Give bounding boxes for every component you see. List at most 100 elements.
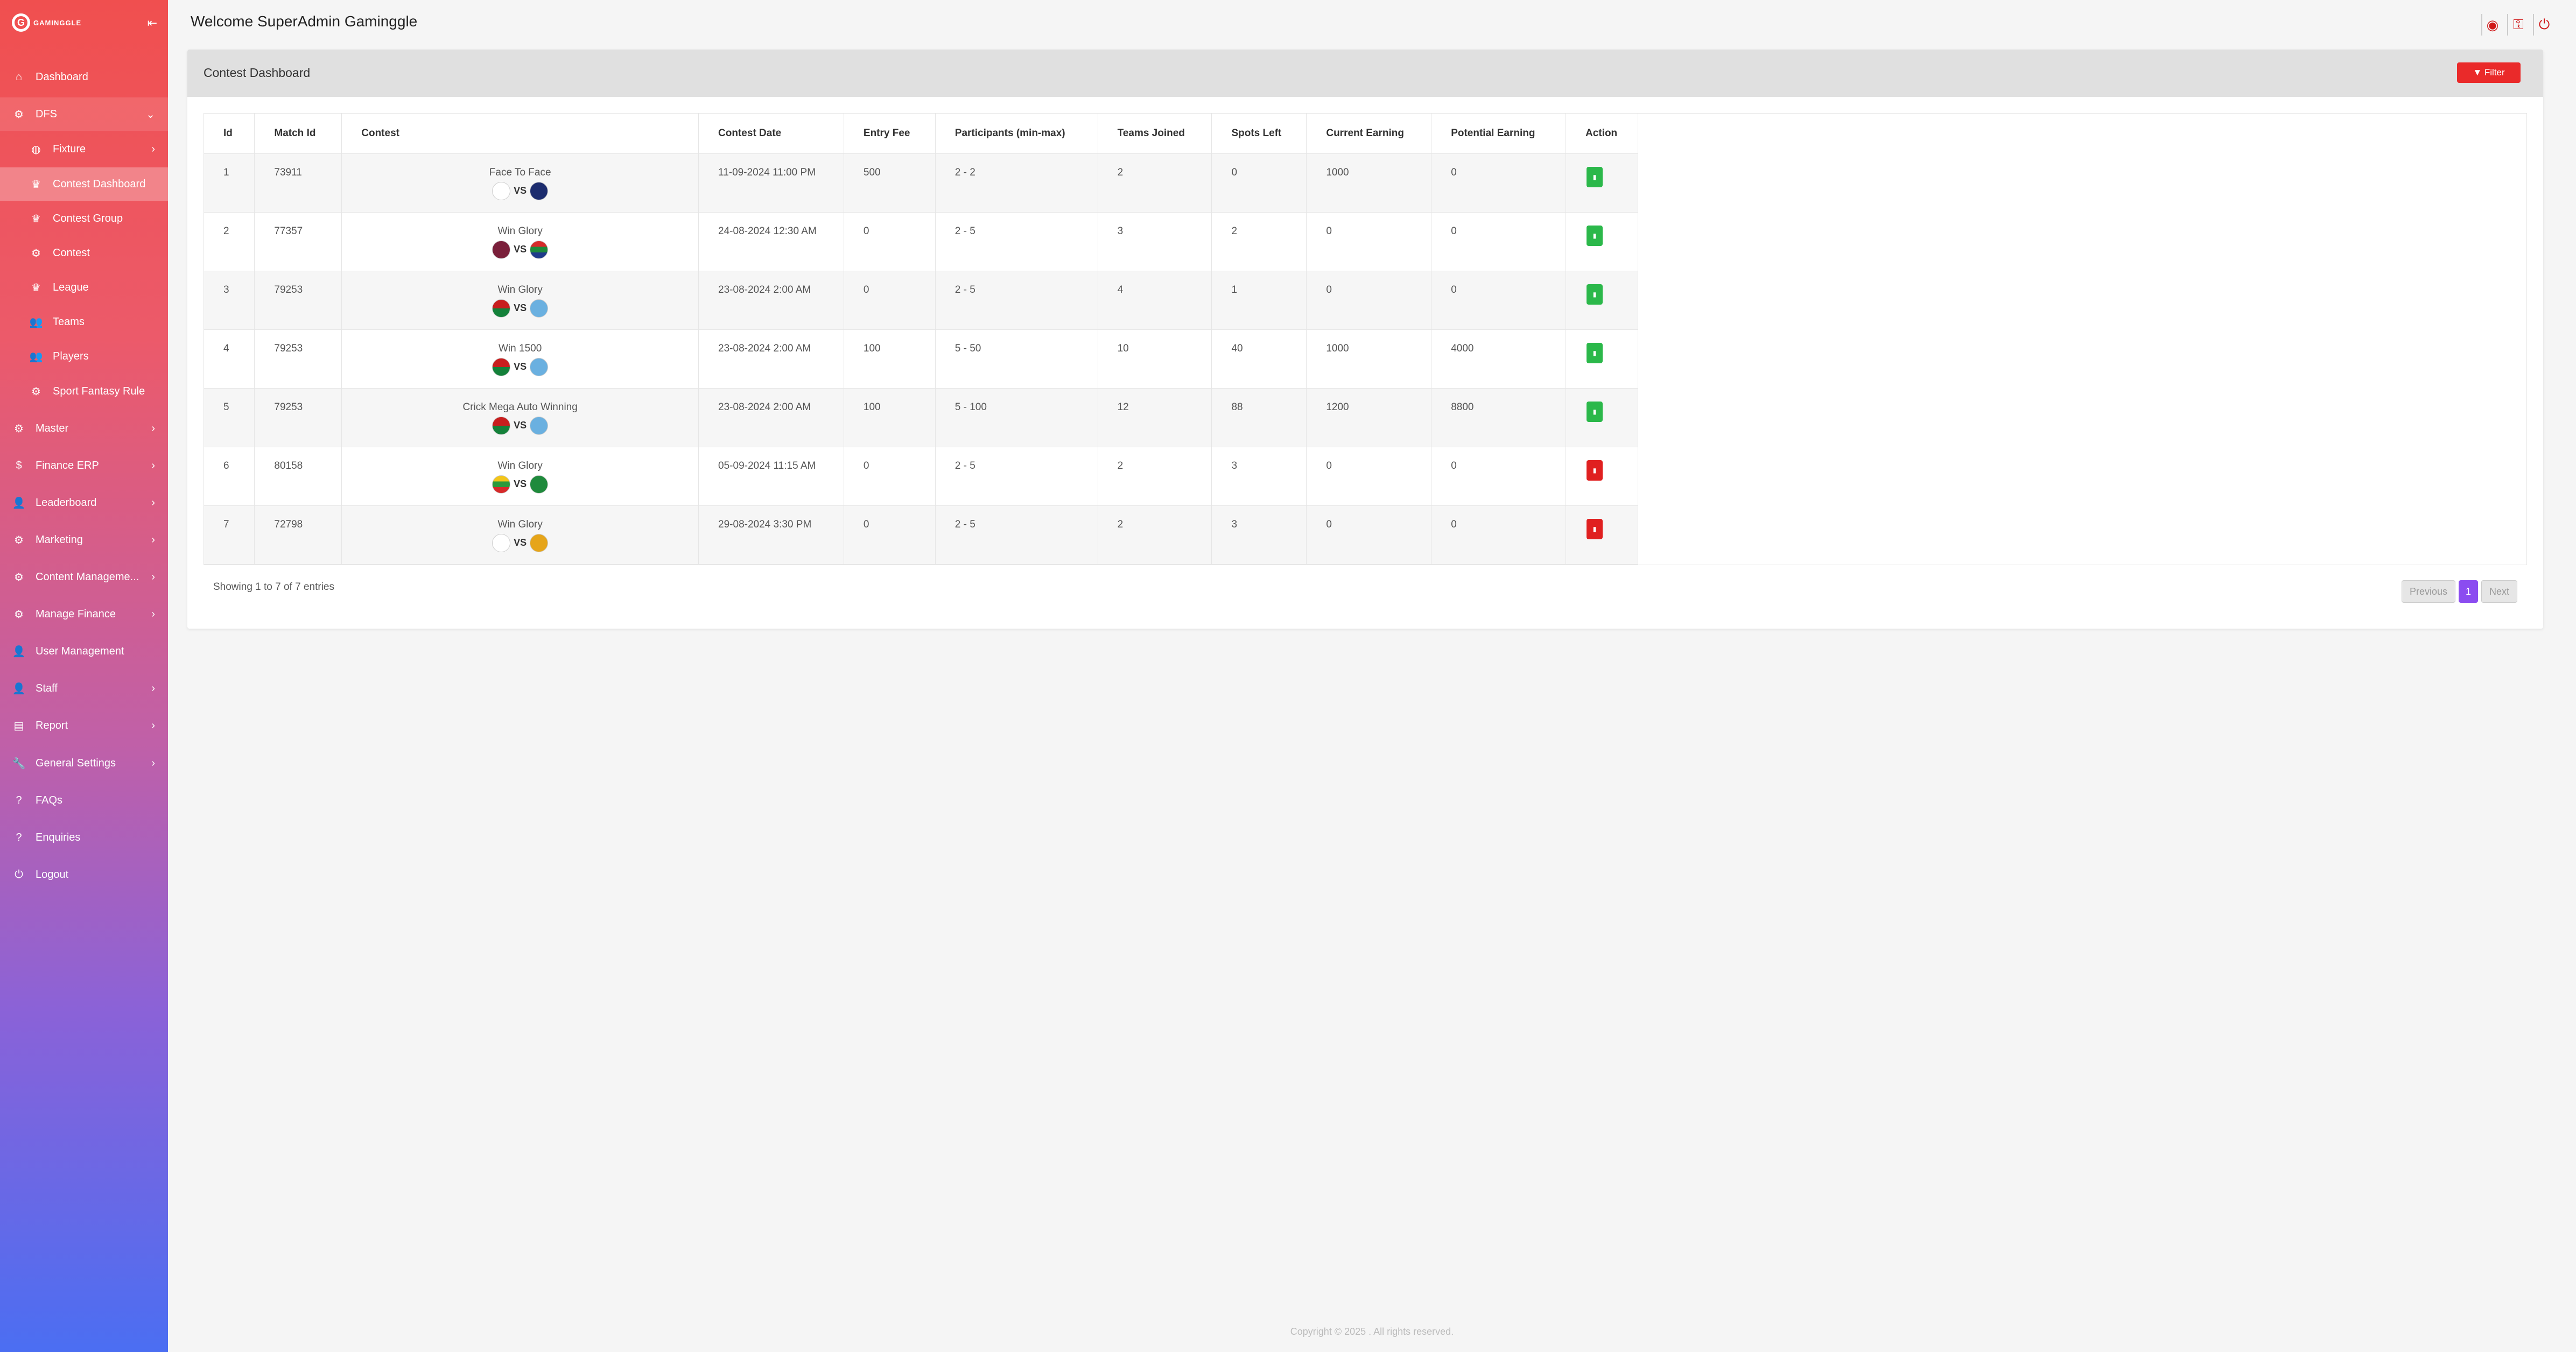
- previous-page-button[interactable]: Previous: [2401, 580, 2455, 603]
- enable-button[interactable]: ▮: [1587, 401, 1603, 422]
- sidebar-item-faqs[interactable]: ? FAQs: [0, 784, 168, 817]
- next-page-button[interactable]: Next: [2481, 580, 2517, 603]
- chevron-down-icon: ⌄: [146, 108, 155, 121]
- column-header[interactable]: Match Id: [254, 114, 342, 154]
- profile-icon[interactable]: ◉: [2481, 14, 2503, 36]
- sidebar-item-user-management[interactable]: 👤 User Management: [0, 635, 168, 668]
- column-header[interactable]: Contest Date: [698, 114, 844, 154]
- contest-cell: Win Glory VS: [341, 271, 699, 330]
- sidebar-item-staff[interactable]: 👤 Staff ›: [0, 672, 168, 705]
- column-header[interactable]: Teams Joined: [1098, 114, 1212, 154]
- table-container: Id Match Id Contest Contest Date Entry Fee Pa…: [203, 113, 2527, 565]
- table-row: 5 79253 Crick Mega Auto Winning VS 23-08-202…: [204, 388, 1638, 447]
- cell-id: 6: [204, 447, 255, 506]
- disable-button[interactable]: ▮: [1587, 518, 1603, 539]
- matchup: VS: [492, 533, 549, 552]
- sidebar-item-teams[interactable]: 👥 Teams: [0, 305, 168, 339]
- sidebar-item-contest-dashboard[interactable]: ♛ Contest Dashboard: [0, 167, 168, 201]
- sidebar-item-manage-finance[interactable]: ⚙ Manage Finance ›: [0, 597, 168, 631]
- column-header[interactable]: Contest: [341, 114, 699, 154]
- sidebar-toggle-icon[interactable]: ⇤: [148, 16, 157, 30]
- sidebar-item-league[interactable]: ♛ League: [0, 271, 168, 304]
- disable-button[interactable]: ▮: [1587, 460, 1603, 481]
- enable-button[interactable]: ▮: [1587, 284, 1603, 305]
- cell-potential: 0: [1431, 212, 1567, 271]
- sidebar-item-contest-group[interactable]: ♛ Contest Group: [0, 202, 168, 235]
- fiji-flag-icon: [530, 357, 549, 376]
- top-icons: ◉ ⚿ ⏻: [2477, 14, 2554, 36]
- sidebar-item-marketing[interactable]: ⚙ Marketing ›: [0, 523, 168, 557]
- sidebar-item-logout[interactable]: ⏻ Logout: [0, 858, 168, 891]
- maldives-flag-icon: [530, 475, 549, 494]
- table-row: 2 77357 Win Glory VS 24-08-2024 12:30 AM 0 2 -…: [204, 212, 1638, 271]
- action-cell: ▮: [1566, 447, 1638, 506]
- sidebar-item-label: League: [53, 281, 89, 293]
- england-flag-icon: [492, 533, 511, 552]
- cell-current: 0: [1306, 271, 1432, 330]
- page-1-button[interactable]: 1: [2458, 580, 2478, 603]
- cell-current: 0: [1306, 505, 1432, 565]
- column-header[interactable]: Spots Left: [1211, 114, 1307, 154]
- sidebar-item-fixture[interactable]: ◍ Fixture ›: [0, 132, 168, 166]
- cell-participants: 2 - 5: [935, 447, 1098, 506]
- trophy-icon: ♛: [31, 178, 41, 191]
- column-header[interactable]: Entry Fee: [844, 114, 936, 154]
- matchup: VS: [492, 416, 549, 435]
- sidebar-item-dashboard[interactable]: ⌂ Dashboard: [0, 60, 168, 94]
- sidebar-item-report[interactable]: ▤ Report ›: [0, 709, 168, 742]
- cell-spots-left: 1: [1211, 271, 1307, 330]
- file-icon: ▤: [13, 720, 24, 732]
- enable-button[interactable]: ▮: [1587, 225, 1603, 246]
- column-header[interactable]: Id: [204, 114, 255, 154]
- sidebar-item-general-settings[interactable]: 🔧 General Settings ›: [0, 747, 168, 780]
- sidebar-item-label: Master: [36, 422, 69, 434]
- cell-current: 1000: [1306, 329, 1432, 389]
- column-header[interactable]: Action: [1566, 114, 1638, 154]
- sidebar-item-players[interactable]: 👥 Players: [0, 340, 168, 373]
- question-icon: ?: [16, 794, 22, 806]
- brand[interactable]: G GAMINGGLE ⇤: [0, 0, 168, 45]
- sidebar-item-enquiries[interactable]: ? Enquiries: [0, 821, 168, 854]
- cell-match-id: 80158: [254, 447, 342, 506]
- user-icon: 👤: [12, 497, 26, 509]
- cell-entry-fee: 0: [844, 271, 936, 330]
- power-icon[interactable]: ⏻: [2533, 14, 2554, 36]
- contest-cell: Win Glory VS: [341, 447, 699, 506]
- sidebar-item-sport-fantasy-rule[interactable]: ⚙ Sport Fantasy Rule: [0, 375, 168, 408]
- cell-date: 05-09-2024 11:15 AM: [698, 447, 844, 506]
- sidebar-item-dfs[interactable]: ⚙ DFS ⌄: [0, 97, 168, 131]
- matchup: VS: [492, 475, 549, 494]
- contest-name: Face To Face: [489, 166, 551, 178]
- filter-button[interactable]: ▼ Filter: [2457, 62, 2521, 83]
- sidebar-item-leaderboard[interactable]: 👤 Leaderboard ›: [0, 486, 168, 519]
- entries-info: Showing 1 to 7 of 7 entries: [213, 581, 334, 593]
- cell-match-id: 72798: [254, 505, 342, 565]
- cell-spots-left: 3: [1211, 505, 1307, 565]
- column-header[interactable]: Participants (min-max): [935, 114, 1098, 154]
- topbar: Welcome SuperAdmin Gaminggle ◉ ⚿ ⏻: [168, 0, 2576, 47]
- matchup: VS: [492, 181, 549, 200]
- key-icon[interactable]: ⚿: [2507, 14, 2529, 36]
- cell-id: 5: [204, 388, 255, 447]
- trophy-icon: ♛: [31, 213, 41, 225]
- sidebar-item-master[interactable]: ⚙ Master ›: [0, 412, 168, 445]
- chevron-right-icon: ›: [151, 459, 155, 471]
- cell-spots-left: 88: [1211, 388, 1307, 447]
- sidebar-item-contest[interactable]: ⚙ Contest: [0, 236, 168, 270]
- gear-icon: ⚙: [31, 385, 41, 398]
- cell-current: 0: [1306, 447, 1432, 506]
- myanmar-flag-icon: [492, 475, 511, 494]
- sidebar-item-content-management[interactable]: ⚙ Content Manageme... ›: [0, 560, 168, 594]
- cell-potential: 8800: [1431, 388, 1567, 447]
- cell-current: 0: [1306, 212, 1432, 271]
- fiji-flag-icon: [530, 416, 549, 435]
- sidebar-item-finance-erp[interactable]: $ Finance ERP ›: [0, 449, 168, 482]
- sidebar-item-label: User Management: [36, 645, 124, 657]
- column-header[interactable]: Current Earning: [1306, 114, 1432, 154]
- enable-button[interactable]: ▮: [1587, 342, 1603, 363]
- contest-cell: Win Glory VS: [341, 212, 699, 271]
- column-header[interactable]: Potential Earning: [1431, 114, 1567, 154]
- enable-button[interactable]: ▮: [1587, 166, 1603, 187]
- table-row: 6 80158 Win Glory VS 05-09-2024 11:15 AM 0 2 -…: [204, 447, 1638, 506]
- sidebar-item-label: Enquiries: [36, 831, 81, 843]
